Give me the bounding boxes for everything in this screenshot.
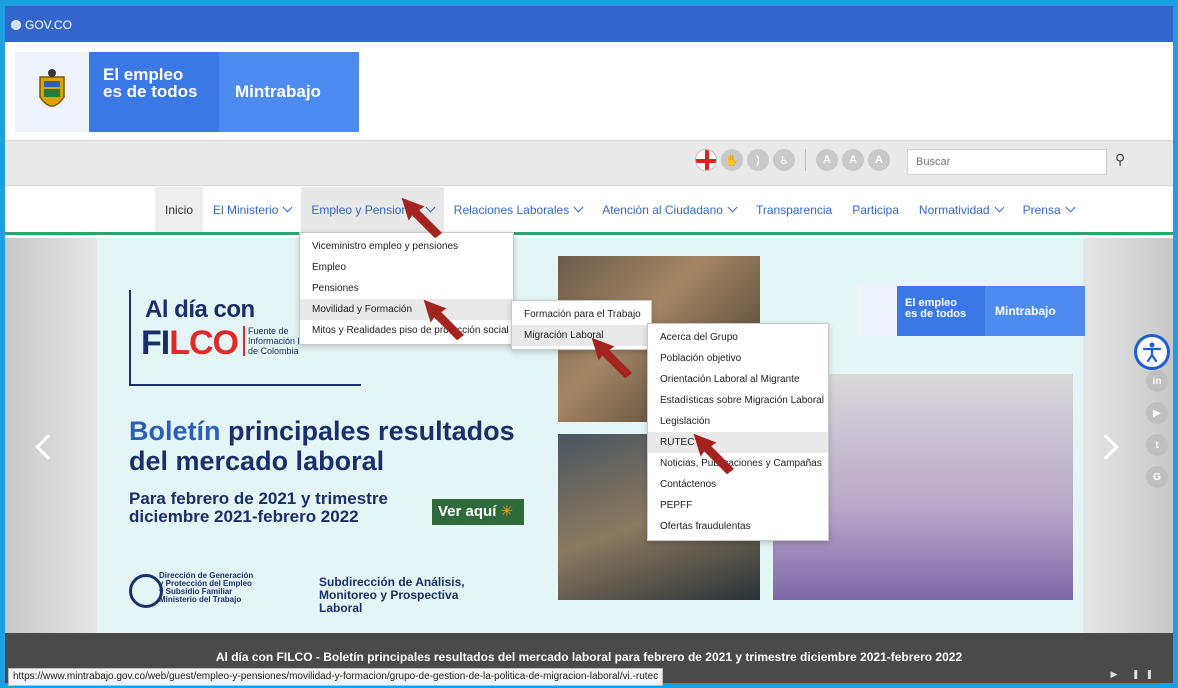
- nav-item-prensa[interactable]: Prensa: [1013, 187, 1084, 232]
- menu-item-ofertas-fraudulentas[interactable]: Ofertas fraudulentas: [648, 516, 828, 537]
- nav-label: Atención al Ciudadano: [602, 202, 723, 217]
- filco-heading: Al día con: [145, 296, 255, 323]
- chevron-down-icon: [994, 202, 1005, 213]
- search-icon[interactable]: ⚲: [1115, 151, 1125, 168]
- uk-flag-icon[interactable]: [695, 149, 717, 171]
- nav-item-transparencia[interactable]: Transparencia: [746, 187, 842, 232]
- nav-label: Participa: [852, 202, 899, 217]
- gov-logo[interactable]: GOV.CO: [11, 18, 72, 32]
- bulletin-title-bold: Boletín: [129, 416, 221, 446]
- hero-ministry-name: Mintrabajo: [985, 286, 1085, 336]
- nav-label: Normatividad: [918, 202, 990, 217]
- chevron-down-icon: [1065, 202, 1076, 213]
- toolbar-divider: [805, 149, 806, 171]
- gov-shield-icon: [11, 20, 21, 30]
- chevron-down-icon: [573, 202, 584, 213]
- status-bar-url: https://www.mintrabajo.gov.co/web/guest/…: [8, 668, 664, 686]
- menu-item-contactenos[interactable]: Contáctenos: [648, 474, 828, 495]
- pointer-arrow-icon: [591, 337, 633, 379]
- bulletin-subtitle: Para febrero de 2021 y trimestre diciemb…: [129, 490, 388, 526]
- linkedin-icon[interactable]: in: [1146, 370, 1168, 392]
- filco-logo: FILCO: [141, 324, 239, 363]
- menu-item-legislacion[interactable]: Legislación: [648, 411, 828, 432]
- hero-brand-line2: es de todos: [905, 308, 967, 320]
- subdireccion-logo: Subdirección de Análisis, Monitoreo y Pr…: [305, 576, 505, 615]
- search-input[interactable]: [907, 149, 1107, 175]
- menu-item-empleo[interactable]: Empleo: [300, 257, 513, 278]
- hero-brand-logo: El empleo es de todos Mintrabajo: [857, 286, 1085, 336]
- font-decrease-icon[interactable]: A: [816, 149, 838, 171]
- wheelchair-icon[interactable]: ♿: [773, 149, 795, 171]
- filco-lco: LCO: [169, 324, 239, 362]
- twitter-icon[interactable]: t: [1146, 434, 1168, 456]
- nav-item-ministerio[interactable]: El Ministerio: [203, 187, 301, 232]
- pointer-arrow-icon: [423, 299, 465, 341]
- menu-item-estadisticas[interactable]: Estadísticas sobre Migración Laboral: [648, 390, 828, 411]
- filco-fi: FI: [141, 324, 170, 362]
- utility-icons: ✋ ) ♿ A A A: [695, 149, 890, 171]
- brand-slogan: El empleo es de todos: [89, 52, 219, 132]
- hero-carousel: Al día con FILCO Fuente de Información L…: [5, 238, 1173, 633]
- coat-of-arms-icon: [857, 286, 897, 336]
- nav-item-atencion-ciudadano[interactable]: Atención al Ciudadano: [592, 187, 746, 232]
- pointer-arrow-icon: [693, 433, 735, 475]
- pointer-arrow-icon: [401, 197, 443, 239]
- chevron-down-icon: [727, 202, 738, 213]
- nav-label: Relaciones Laborales: [453, 202, 570, 217]
- google-icon[interactable]: G: [1146, 466, 1168, 488]
- nav-label: Inicio: [165, 202, 194, 217]
- font-increase-icon[interactable]: A: [868, 149, 890, 171]
- direccion-logo: Dirección de Generación y Protección del…: [129, 572, 261, 608]
- coat-of-arms-icon: [15, 52, 89, 132]
- font-normal-icon[interactable]: A: [842, 149, 864, 171]
- ver-aqui-button[interactable]: Ver aquí ✳: [432, 499, 524, 525]
- site-header: El empleo es de todos Mintrabajo: [5, 42, 1173, 140]
- bulletin-subtitle-1: Para febrero de 2021 y trimestre: [129, 489, 388, 508]
- gov-label: GOV.CO: [25, 18, 72, 32]
- bulletin-title-line2: del mercado laboral: [129, 446, 385, 476]
- brand-logo[interactable]: El empleo es de todos Mintrabajo: [15, 52, 359, 132]
- menu-item-poblacion-objetivo[interactable]: Población objetivo: [648, 348, 828, 369]
- click-cursor-icon: ✳: [500, 503, 514, 520]
- chevron-down-icon: [282, 202, 293, 213]
- utility-toolbar: ✋ ) ♿ A A A ⚲: [5, 140, 1173, 186]
- accessibility-icon[interactable]: [1134, 334, 1170, 370]
- menu-item-orientacion-laboral[interactable]: Orientación Laboral al Migrante: [648, 369, 828, 390]
- nav-label: El Ministerio: [213, 202, 279, 217]
- bulletin-title: Boletín principales resultados del merca…: [129, 416, 515, 476]
- subdireccion-logo-line: Monitoreo y Prospectiva Laboral: [319, 588, 459, 615]
- chevron-right-icon: [1093, 434, 1119, 460]
- brand-slogan-line1: El empleo: [103, 65, 184, 84]
- bulletin-title-rest: principales resultados: [220, 416, 515, 446]
- sign-language-icon[interactable]: ✋: [721, 149, 743, 171]
- nav-item-relaciones-laborales[interactable]: Relaciones Laborales: [444, 187, 592, 232]
- ministry-name: Mintrabajo: [219, 52, 359, 132]
- menu-item-pepff[interactable]: PEPFF: [648, 495, 828, 516]
- nav-label: Prensa: [1022, 202, 1061, 217]
- filco-sub-3: de Colombia: [248, 346, 299, 356]
- brand-slogan-line2: es de todos: [103, 82, 198, 101]
- menu-item-formacion-trabajo[interactable]: Formación para el Trabajo: [512, 304, 651, 325]
- nav-item-inicio[interactable]: Inicio: [155, 187, 204, 232]
- bulletin-subtitle-2: diciembre 2021-febrero 2022: [129, 507, 359, 526]
- menu-item-acerca-grupo[interactable]: Acerca del Grupo: [648, 327, 828, 348]
- nav-item-normatividad[interactable]: Normatividad: [909, 187, 1013, 232]
- direccion-logo-line: Ministerio del Trabajo: [159, 595, 242, 604]
- hero-brand-slogan: El empleo es de todos: [897, 286, 985, 336]
- nav-item-participa[interactable]: Participa: [842, 187, 909, 232]
- nav-label: Transparencia: [755, 202, 833, 217]
- ver-aqui-label: Ver aquí: [438, 503, 497, 520]
- carousel-controls[interactable]: ▶ ❚❚: [1110, 669, 1159, 680]
- menu-item-pensiones[interactable]: Pensiones: [300, 278, 513, 299]
- rss-icon[interactable]: ): [747, 149, 769, 171]
- chevron-left-icon: [35, 434, 61, 460]
- gov-bar: GOV.CO: [5, 6, 1173, 42]
- carousel-prev[interactable]: [5, 238, 97, 633]
- caption-text: Al día con FILCO - Boletín principales r…: [215, 650, 963, 664]
- youtube-icon[interactable]: ▶: [1146, 402, 1168, 424]
- main-nav: Inicio El Ministerio Empleo y Pensiones …: [5, 187, 1173, 235]
